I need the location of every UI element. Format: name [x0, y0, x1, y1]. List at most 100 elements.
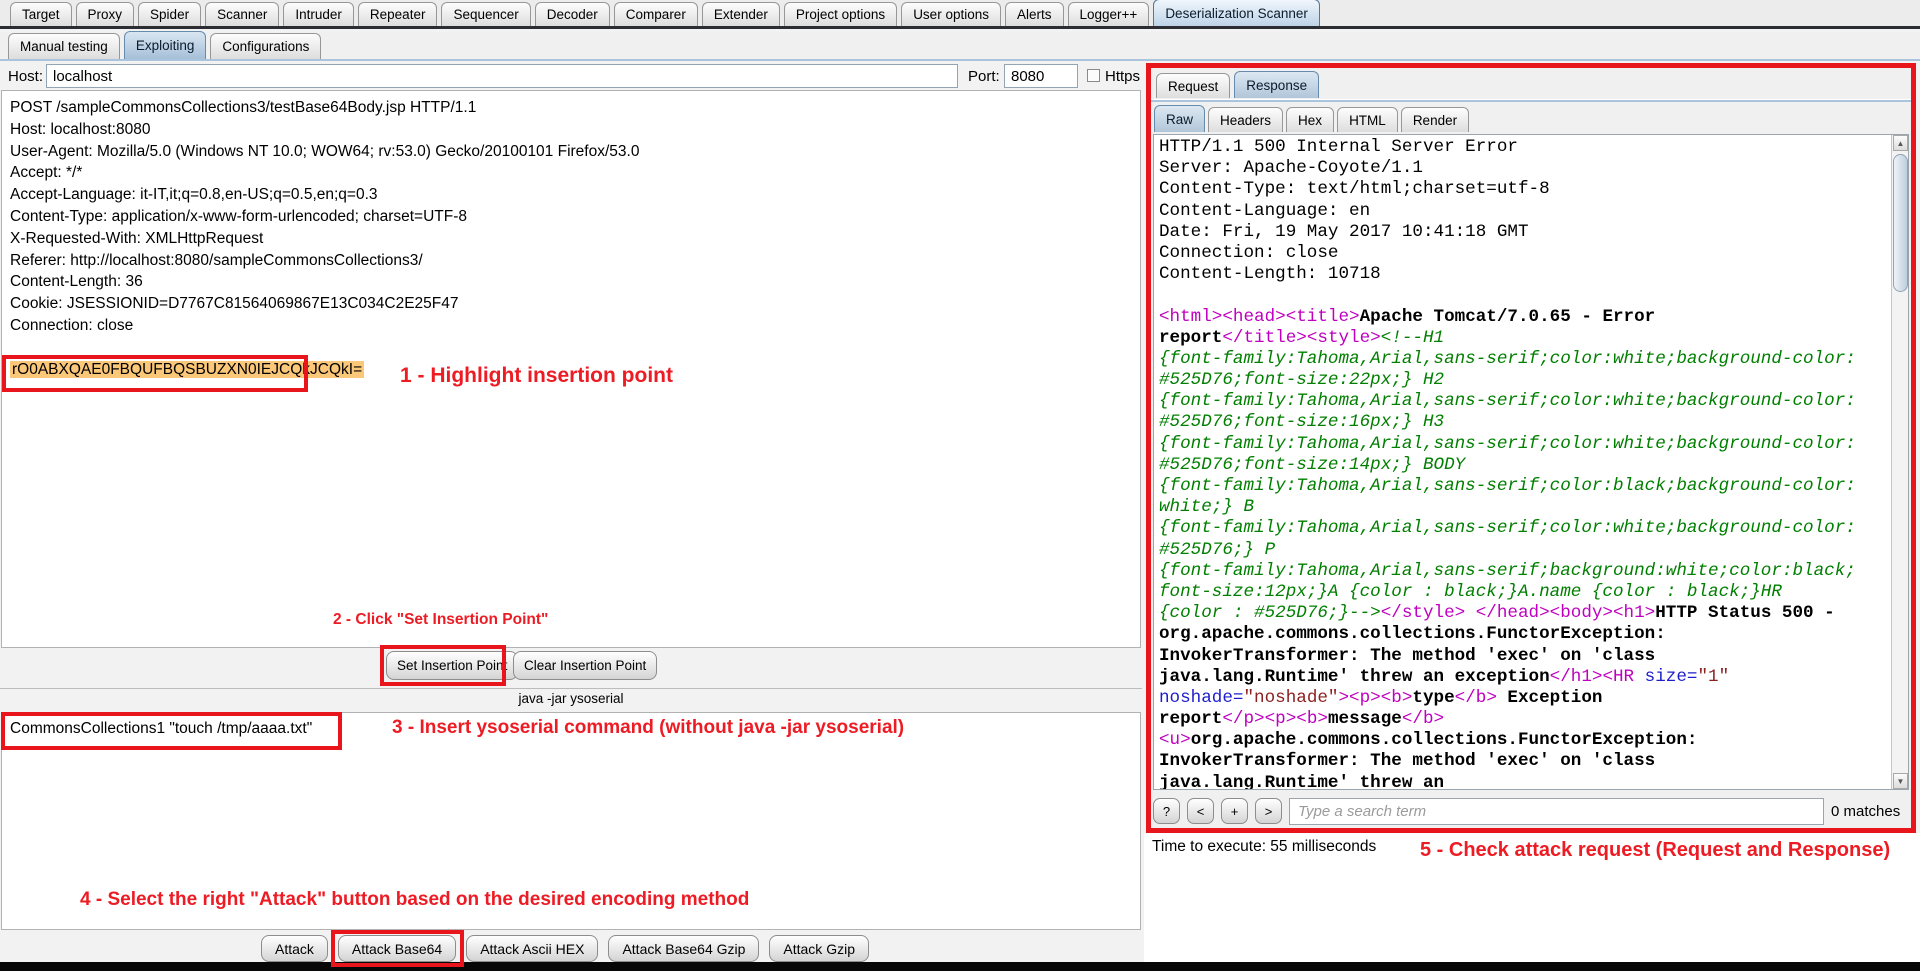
response-line: HTTP/1.1 500 Internal Server Error	[1159, 137, 1890, 158]
port-label: Port:	[968, 68, 1000, 85]
request-line: Referer: http://localhost:8080/sampleCom…	[10, 250, 1140, 272]
response-line: {font-family:Tahoma,Arial,sans-serif;bac…	[1159, 561, 1890, 582]
pane-divider	[0, 688, 1142, 689]
view-tab-html[interactable]: HTML	[1337, 107, 1398, 132]
attack-button-bar: Attack Attack Base64 Attack Ascii HEX Attac…	[0, 935, 1142, 962]
pane-tab-response[interactable]: Response	[1234, 71, 1319, 98]
scroll-up-icon[interactable]: ▲	[1893, 135, 1908, 151]
attack-ascii-hex-button[interactable]: Attack Ascii HEX	[466, 935, 598, 962]
match-count-label: 0 matches	[1831, 803, 1900, 820]
search-add-filter-button[interactable]: +	[1221, 798, 1248, 824]
request-line: Connection: close	[10, 315, 1140, 337]
view-tab-raw[interactable]: Raw	[1154, 105, 1205, 132]
attack-button[interactable]: Attack	[261, 935, 328, 962]
search-previous-match-button[interactable]: <	[1187, 798, 1214, 824]
response-line: report</title><style><!--H1	[1159, 328, 1890, 349]
main-tab-deserialization-scanner[interactable]: Deserialization Scanner	[1153, 0, 1320, 26]
response-line: java.lang.Runtime' threw an exception</h…	[1159, 667, 1890, 688]
response-line: {font-family:Tahoma,Arial,sans-serif;col…	[1159, 434, 1890, 455]
host-label: Host:	[8, 68, 43, 85]
response-line: #525D76;} P	[1159, 540, 1890, 561]
time-to-execute-label: Time to execute: 55 milliseconds	[1152, 838, 1376, 856]
main-tab-spider[interactable]: Spider	[138, 2, 201, 26]
port-input[interactable]	[1004, 64, 1078, 88]
search-next-match-button[interactable]: >	[1255, 798, 1282, 824]
main-tab-project-options[interactable]: Project options	[784, 2, 897, 26]
main-tab-logger[interactable]: Logger++	[1068, 2, 1150, 26]
annotation-2: 2 - Click "Set Insertion Point"	[333, 611, 548, 629]
main-tab-sequencer[interactable]: Sequencer	[441, 2, 530, 26]
response-scrollbar[interactable]: ▲ ▼	[1891, 135, 1908, 789]
message-view-tabs: RawHeadersHexHTMLRender	[1154, 105, 1469, 132]
search-bar: ? < + > 0 matches	[1153, 794, 1909, 828]
request-line: POST /sampleCommonsCollections3/testBase…	[10, 97, 1140, 119]
annotation-5: 5 - Check attack request (Request and Re…	[1420, 839, 1890, 862]
response-line: font-size:12px;}A {color : black;}A.name…	[1159, 582, 1890, 603]
request-line: Content-Length: 36	[10, 271, 1140, 293]
response-line: InvokerTransformer: The method 'exec' on…	[1159, 646, 1890, 667]
response-line: white;} B	[1159, 497, 1890, 518]
response-line: Content-Type: text/html;charset=utf-8	[1159, 179, 1890, 200]
response-line: report</p><p><b>message</b>	[1159, 709, 1890, 730]
response-line: Content-Length: 10718	[1159, 264, 1890, 285]
request-line: User-Agent: Mozilla/5.0 (Windows NT 10.0…	[10, 141, 1140, 163]
response-line	[1159, 285, 1890, 306]
response-line: {color : #525D76;}--></style> </head><bo…	[1159, 603, 1890, 624]
main-tab-target[interactable]: Target	[10, 2, 72, 26]
main-tab-proxy[interactable]: Proxy	[76, 2, 135, 26]
response-line: java.lang.Runtime' threw an	[1159, 773, 1890, 790]
view-tab-hex[interactable]: Hex	[1286, 107, 1334, 132]
request-line: Host: localhost:8080	[10, 119, 1140, 141]
response-line: InvokerTransformer: The method 'exec' on…	[1159, 751, 1890, 772]
request-line: Cookie: JSESSIONID=D7767C81564069867E13C…	[10, 293, 1140, 315]
main-tab-intruder[interactable]: Intruder	[283, 2, 354, 26]
response-raw-view[interactable]: HTTP/1.1 500 Internal Server ErrorServer…	[1153, 134, 1909, 790]
request-line: Accept-Language: it-IT,it;q=0.8,en-US;q=…	[10, 184, 1140, 206]
response-line: {font-family:Tahoma,Arial,sans-serif;col…	[1159, 476, 1890, 497]
response-line: {font-family:Tahoma,Arial,sans-serif;col…	[1159, 518, 1890, 539]
scroll-thumb[interactable]	[1893, 154, 1908, 292]
response-lines: HTTP/1.1 500 Internal Server ErrorServer…	[1159, 137, 1890, 790]
tab-separator	[1151, 99, 1911, 102]
attack-gzip-button[interactable]: Attack Gzip	[769, 935, 869, 962]
host-input[interactable]	[46, 64, 958, 88]
sub-tab-manual-testing[interactable]: Manual testing	[8, 33, 120, 59]
response-panel: RequestResponse RawHeadersHexHTMLRender …	[1146, 63, 1916, 833]
response-line: <html><head><title>Apache Tomcat/7.0.65 …	[1159, 307, 1890, 328]
search-input[interactable]	[1289, 798, 1824, 825]
request-line: Accept: */*	[10, 162, 1140, 184]
request-response-tabs: RequestResponse	[1156, 71, 1319, 98]
main-tab-comparer[interactable]: Comparer	[614, 2, 698, 26]
set-insertion-point-button[interactable]: Set Insertion Point	[386, 651, 518, 680]
request-lines: POST /sampleCommonsCollections3/testBase…	[10, 97, 1140, 359]
main-tab-repeater[interactable]: Repeater	[358, 2, 438, 26]
view-tab-headers[interactable]: Headers	[1208, 107, 1283, 132]
main-tab-user-options[interactable]: User options	[901, 2, 1001, 26]
main-tab-alerts[interactable]: Alerts	[1005, 2, 1064, 26]
main-tab-decoder[interactable]: Decoder	[535, 2, 610, 26]
annotation-1: 1 - Highlight insertion point	[400, 364, 673, 388]
request-line: Content-Type: application/x-www-form-url…	[10, 206, 1140, 228]
extension-tab-bar: Manual testingExploitingConfigurations	[0, 32, 1920, 61]
search-help-button[interactable]: ?	[1153, 798, 1180, 824]
clear-insertion-point-button[interactable]: Clear Insertion Point	[513, 651, 657, 680]
main-tab-scanner[interactable]: Scanner	[205, 2, 279, 26]
sub-tab-configurations[interactable]: Configurations	[210, 33, 321, 59]
main-tab-extender[interactable]: Extender	[702, 2, 780, 26]
annotation-3: 3 - Insert ysoserial command (without ja…	[392, 717, 904, 739]
response-line: {font-family:Tahoma,Arial,sans-serif;col…	[1159, 391, 1890, 412]
https-checkbox[interactable]	[1087, 69, 1100, 82]
request-line: X-Requested-With: XMLHttpRequest	[10, 228, 1140, 250]
sub-tab-exploiting[interactable]: Exploiting	[124, 31, 207, 59]
response-line: {font-family:Tahoma,Arial,sans-serif;col…	[1159, 349, 1890, 370]
attack-base64-button[interactable]: Attack Base64	[338, 935, 456, 962]
pane-tab-request[interactable]: Request	[1156, 73, 1230, 98]
attack-base64-gzip-button[interactable]: Attack Base64 Gzip	[608, 935, 759, 962]
bottom-bar	[0, 962, 1920, 971]
response-line: #525D76;font-size:22px;} H2	[1159, 370, 1890, 391]
insertion-payload[interactable]: rO0ABXQAE0FBQUFBQSBUZXN0IEJCQkJCQkI=	[10, 361, 364, 378]
response-line: #525D76;font-size:16px;} H3	[1159, 412, 1890, 433]
scroll-down-icon[interactable]: ▼	[1893, 773, 1908, 789]
view-tab-render[interactable]: Render	[1401, 107, 1469, 132]
response-line: noshade="noshade"><p><b>type</b> Excepti…	[1159, 688, 1890, 709]
